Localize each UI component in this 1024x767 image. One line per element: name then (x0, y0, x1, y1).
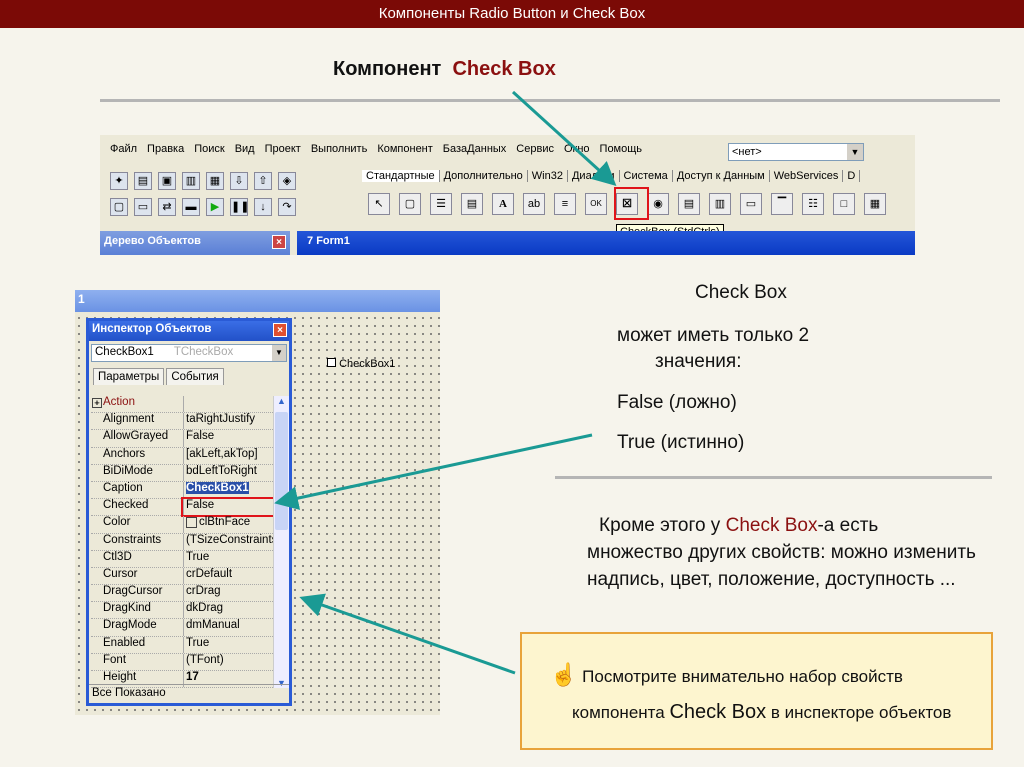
arrow-to-palette (511, 90, 617, 187)
arrow-to-inspector (299, 593, 516, 675)
arrow-to-checked (274, 433, 593, 510)
arrows-layer (274, 90, 617, 675)
